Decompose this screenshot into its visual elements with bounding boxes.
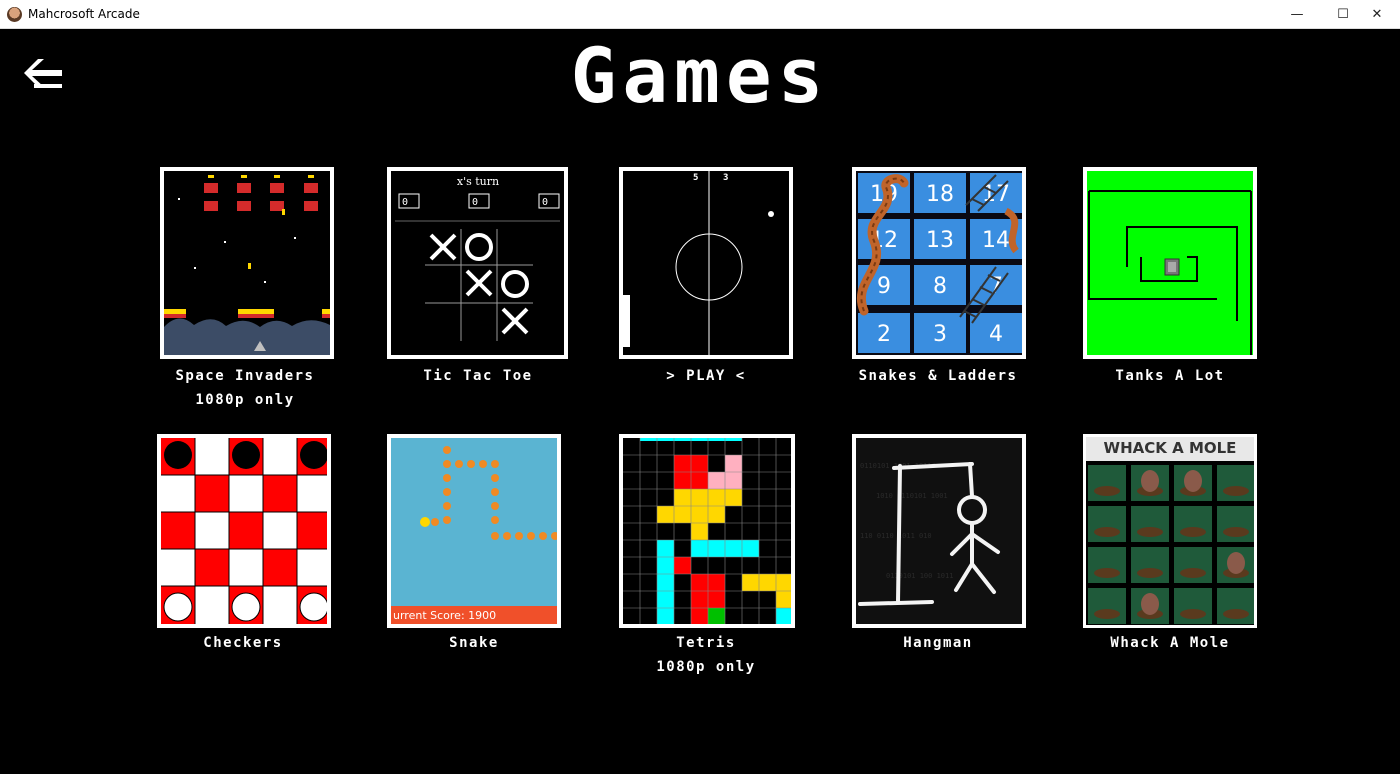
game-tile-tanks-a-lot[interactable]: Tanks A Lot: [1050, 167, 1290, 387]
svg-text:0110101 100 1011: 0110101 100 1011: [886, 572, 953, 580]
game-label: Checkers: [203, 635, 283, 651]
snake-thumbnail: urrent Score: 1900: [387, 434, 561, 628]
svg-text:8: 8: [933, 274, 947, 299]
tetris-thumbnail: [619, 434, 795, 628]
tic-tac-toe-thumbnail: x's turn 0 0 0: [387, 167, 568, 359]
svg-text:110 0110 1011 010: 110 0110 1011 010: [860, 532, 932, 540]
snake-score-text: urrent Score: 1900: [393, 609, 496, 622]
game-label: Tanks A Lot: [1115, 368, 1225, 384]
game-note: 1080p only: [656, 659, 756, 675]
game-tile-snakes-ladders[interactable]: 19 18 17 12 13 14 9 8 7 2 3 4 Snakes & L…: [818, 167, 1058, 387]
svg-text:4: 4: [989, 322, 1003, 347]
game-label: Snake: [449, 635, 499, 651]
snakes-ladders-thumbnail: 19 18 17 12 13 14 9 8 7 2 3 4: [852, 167, 1026, 359]
svg-text:9: 9: [877, 274, 891, 299]
game-tile-snake[interactable]: urrent Score: 1900 Snake: [354, 434, 594, 654]
svg-text:18: 18: [926, 182, 954, 207]
svg-text:3: 3: [933, 322, 947, 347]
whack-a-mole-thumbnail: WHACK A MOLE: [1083, 434, 1257, 628]
game-tile-whack-a-mole[interactable]: WHACK A MOLE Whack A Mole: [1050, 434, 1290, 654]
svg-text:0: 0: [542, 197, 548, 208]
game-label: Hangman: [903, 635, 973, 651]
svg-text:5: 5: [693, 173, 698, 183]
ttt-turn-text: x's turn: [457, 175, 499, 188]
game-tile-tetris[interactable]: Tetris 1080p only: [586, 434, 826, 684]
svg-text:1010 0110101 1001: 1010 0110101 1001: [876, 492, 948, 500]
page-title: Games: [570, 31, 830, 120]
svg-text:13: 13: [926, 228, 954, 253]
svg-text:3: 3: [723, 173, 728, 183]
window-titlebar: Mahcrosoft Arcade — ☐ ✕: [0, 0, 1400, 29]
svg-text:0: 0: [402, 197, 408, 208]
game-tile-tic-tac-toe[interactable]: x's turn 0 0 0 Tic Tac Toe: [358, 167, 598, 387]
whack-title-text: WHACK A MOLE: [1104, 439, 1237, 457]
minimize-button[interactable]: —: [1274, 0, 1320, 29]
game-label: Tic Tac Toe: [423, 368, 533, 384]
tanks-a-lot-thumbnail: [1083, 167, 1257, 359]
svg-text:0: 0: [472, 197, 478, 208]
game-label: Space Invaders: [175, 368, 315, 384]
game-note: 1080p only: [195, 392, 295, 408]
svg-text:2: 2: [877, 322, 891, 347]
game-tile-space-invaders[interactable]: Space Invaders 1080p only: [125, 167, 365, 417]
game-label: Tetris: [676, 635, 736, 651]
space-invaders-thumbnail: [160, 167, 334, 359]
game-label: > PLAY <: [666, 368, 746, 384]
game-label: Whack A Mole: [1110, 635, 1230, 651]
checkers-thumbnail: [157, 434, 331, 628]
game-tile-pong[interactable]: 5 3 > PLAY <: [586, 167, 826, 387]
app-icon: [7, 7, 22, 22]
game-tile-checkers[interactable]: Checkers: [123, 434, 363, 654]
game-label: Snakes & Ladders: [858, 368, 1018, 384]
svg-text:14: 14: [982, 228, 1010, 253]
game-tile-hangman[interactable]: 0110101 1001 10110 1010 0110101 1001 110 0…: [818, 434, 1058, 654]
close-button[interactable]: ✕: [1354, 0, 1400, 29]
window-title: Mahcrosoft Arcade: [28, 7, 140, 21]
pong-thumbnail: 5 3: [619, 167, 793, 359]
hangman-thumbnail: 0110101 1001 10110 1010 0110101 1001 110 0…: [852, 434, 1026, 628]
